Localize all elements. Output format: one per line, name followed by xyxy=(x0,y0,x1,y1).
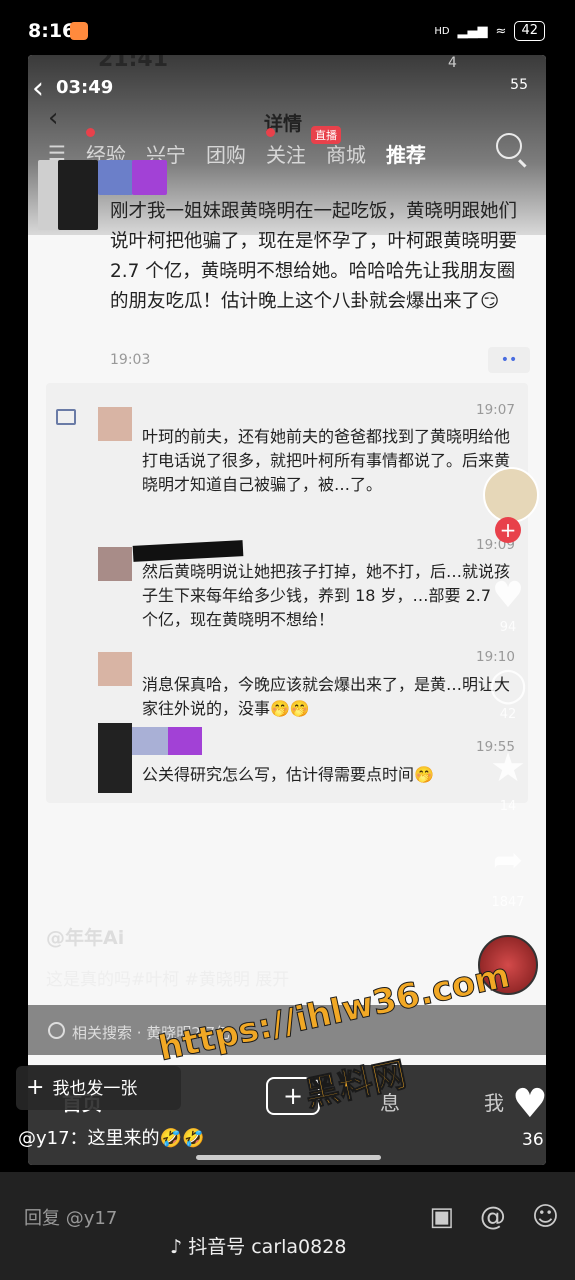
search-icon[interactable] xyxy=(496,133,522,159)
favorite-count: 14 xyxy=(499,799,517,814)
ghost-badge: 4 xyxy=(448,55,457,71)
avatar xyxy=(98,407,132,441)
back-chevron-icon[interactable]: ‹ xyxy=(32,74,44,104)
nav-me[interactable]: 我 xyxy=(484,1087,504,1116)
follow-plus-icon[interactable]: + xyxy=(495,517,521,543)
app-notification-icon xyxy=(70,22,88,40)
comment-text: 公关得研究怎么写，估计得需要点时间🤭 xyxy=(142,765,434,784)
inner-battery: 55 xyxy=(510,77,528,93)
post-text: 刚才我一姐妹跟黄晓明在一起吃饭，黄晓明跟她们说叶柯把他骗了，现在是怀孕了，叶柯跟… xyxy=(110,201,518,312)
search-icon xyxy=(48,1022,65,1039)
comment-time: 19:07 xyxy=(476,402,515,418)
avatar xyxy=(98,652,132,686)
reply-bar: 回复 @y17 ▣ @ ☺ xyxy=(0,1172,575,1280)
douyin-id: ♪ 抖音号 carla0828 xyxy=(170,1236,347,1258)
battery-icon: 42 xyxy=(514,21,545,41)
comment-time: 19:10 xyxy=(476,649,515,665)
avatar xyxy=(98,723,132,793)
video-caption[interactable]: 这是真的吗#叶柯 #黄晓明 展开 xyxy=(46,965,289,990)
more-button[interactable]: •• xyxy=(488,347,530,373)
tab-following[interactable]: 关注 xyxy=(266,139,306,168)
tab-recommend[interactable]: 推荐 xyxy=(386,139,426,168)
reply-icons: ▣ @ ☺ xyxy=(429,1202,559,1232)
status-time: 8:16 xyxy=(28,20,76,42)
post-too-button[interactable]: + 我也发一张 xyxy=(16,1066,181,1110)
comment-bubble-icon[interactable]: ◯ xyxy=(478,665,538,705)
share-arrow-icon[interactable]: ➦ xyxy=(478,840,538,881)
overlay-comment: @y17：这里来的🤣🤣 xyxy=(18,1128,205,1149)
status-indicators: HD ▂▄▆ ≈ 42 xyxy=(434,21,545,41)
comment-count: 42 xyxy=(499,707,517,722)
comment-icon xyxy=(56,409,76,425)
home-indicator[interactable] xyxy=(196,1155,381,1160)
emoji-icon[interactable]: ☺ xyxy=(532,1202,559,1232)
tab-tuangou[interactable]: 团购 xyxy=(206,139,246,168)
heart-icon[interactable]: ♥ xyxy=(512,1082,548,1126)
reply-input[interactable]: 回复 @y17 xyxy=(24,1204,117,1230)
live-badge: 直播 xyxy=(311,126,341,144)
comment-text: 叶珂的前夫，还有她前夫的爸爸都找到了黄晓明给他打电话说了很多，就把叶柯所有事情都… xyxy=(142,427,511,494)
avatar xyxy=(98,547,132,581)
inner-time: 03:49 xyxy=(56,77,114,98)
like-heart-icon[interactable]: ♥ xyxy=(478,575,538,616)
ghost-time: 21:41 xyxy=(98,55,169,72)
detail-back-icon[interactable]: ‹ xyxy=(48,103,58,133)
comment-text: 消息保真哈，今晚应该就会爆出来了，是黄…明让大家往外说的，没事🤭🤭 xyxy=(142,675,511,718)
inner-status-bar: 03:49 55 xyxy=(28,75,546,105)
like-count: 94 xyxy=(499,620,517,635)
hd-icon: HD xyxy=(434,25,450,37)
image-icon[interactable]: ▣ xyxy=(429,1202,454,1232)
share-count: 1847 xyxy=(491,895,525,910)
douyin-logo-icon: ♪ xyxy=(170,1236,183,1258)
status-bar: 8:16 HD ▂▄▆ ≈ 42 xyxy=(0,0,575,58)
author-avatar[interactable] xyxy=(483,467,539,523)
author-handle[interactable]: @年年Ai xyxy=(46,923,124,950)
signal-icon: ▂▄▆ xyxy=(457,23,488,39)
wifi-icon: ≈ xyxy=(495,23,507,39)
mention-icon[interactable]: @ xyxy=(480,1202,506,1232)
plus-icon: + xyxy=(26,1075,45,1100)
heart-count: 36 xyxy=(522,1130,544,1150)
post-time: 19:03 xyxy=(110,352,151,368)
comment-text: 然后黄晓明说让她把孩子打掉，她不打，后…就说孩子生下来每年给多少钱，养到 18 … xyxy=(142,562,511,629)
favorite-star-icon[interactable]: ★ xyxy=(478,745,538,791)
